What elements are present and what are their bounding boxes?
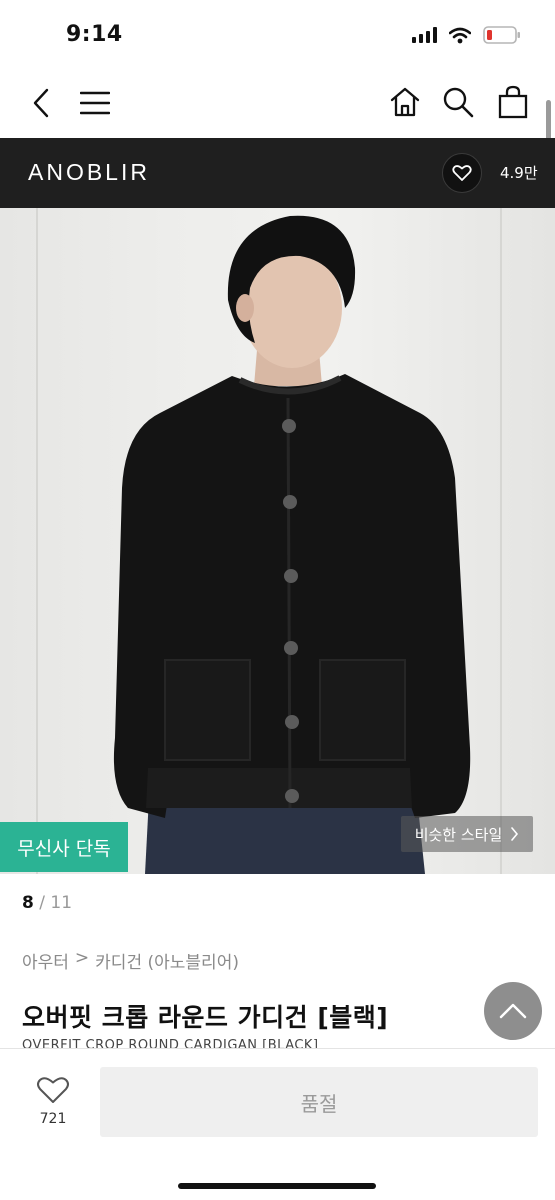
brand-like-count: 4.9만: [500, 164, 538, 182]
cart-button[interactable]: [496, 84, 530, 120]
soldout-button[interactable]: 품절: [100, 1067, 538, 1137]
status-bar: 9:14: [0, 0, 555, 72]
breadcrumb-category[interactable]: 아우터: [22, 948, 69, 973]
breadcrumb-subcategory[interactable]: 카디건 (아노블리어): [95, 948, 239, 973]
search-icon: [443, 87, 474, 118]
home-indicator: [178, 1183, 376, 1189]
wishlist-count: 721: [39, 1111, 67, 1127]
wifi-icon: [449, 27, 471, 43]
home-icon: [390, 87, 420, 117]
back-button[interactable]: [26, 86, 56, 120]
status-icons: [412, 26, 521, 44]
heart-icon: [452, 165, 472, 181]
image-pager: 8 / 11: [22, 893, 72, 913]
pager-current: 8: [22, 893, 34, 913]
top-navbar: [0, 72, 555, 138]
menu-button[interactable]: [78, 88, 112, 118]
exclusive-badge: 무신사 단독: [0, 822, 128, 872]
heart-icon: [37, 1077, 69, 1103]
similar-style-button[interactable]: 비슷한 스타일: [401, 816, 533, 852]
brand-like-button[interactable]: [442, 153, 482, 193]
battery-icon: [483, 26, 520, 44]
breadcrumb-separator: >: [74, 948, 90, 968]
shopping-bag-icon: [498, 85, 528, 119]
search-button[interactable]: [441, 85, 475, 119]
chevron-left-icon: [33, 88, 49, 118]
bottom-action-bar: 721 품절: [0, 1048, 555, 1200]
cellular-signal-icon: [412, 27, 437, 43]
hamburger-icon: [80, 91, 110, 115]
product-image[interactable]: 무신사 단독 비슷한 스타일: [0, 208, 555, 874]
pager-separator: /: [39, 893, 45, 913]
breadcrumb: 아우터 > 카디건 (아노블리어): [22, 948, 239, 973]
wishlist-button[interactable]: 721: [30, 1075, 76, 1127]
brand-bar: ANOBLIR 4.9만: [0, 138, 555, 208]
home-button[interactable]: [388, 85, 422, 119]
pager-total: 11: [50, 893, 73, 913]
product-title: 오버핏 크롭 라운드 가디건 [블랙]: [22, 1003, 389, 1032]
model-photo: [113, 215, 471, 874]
chevron-right-icon: [511, 827, 519, 841]
product-subtitle: OVERFIT CROP ROUND CARDIGAN [BLACK]: [22, 1038, 319, 1048]
chevron-up-icon: [499, 1003, 527, 1019]
status-time: 9:14: [66, 22, 123, 47]
similar-style-label: 비슷한 스타일: [414, 825, 503, 844]
scroll-to-top-button[interactable]: [484, 982, 542, 1040]
brand-name[interactable]: ANOBLIR: [28, 159, 150, 186]
